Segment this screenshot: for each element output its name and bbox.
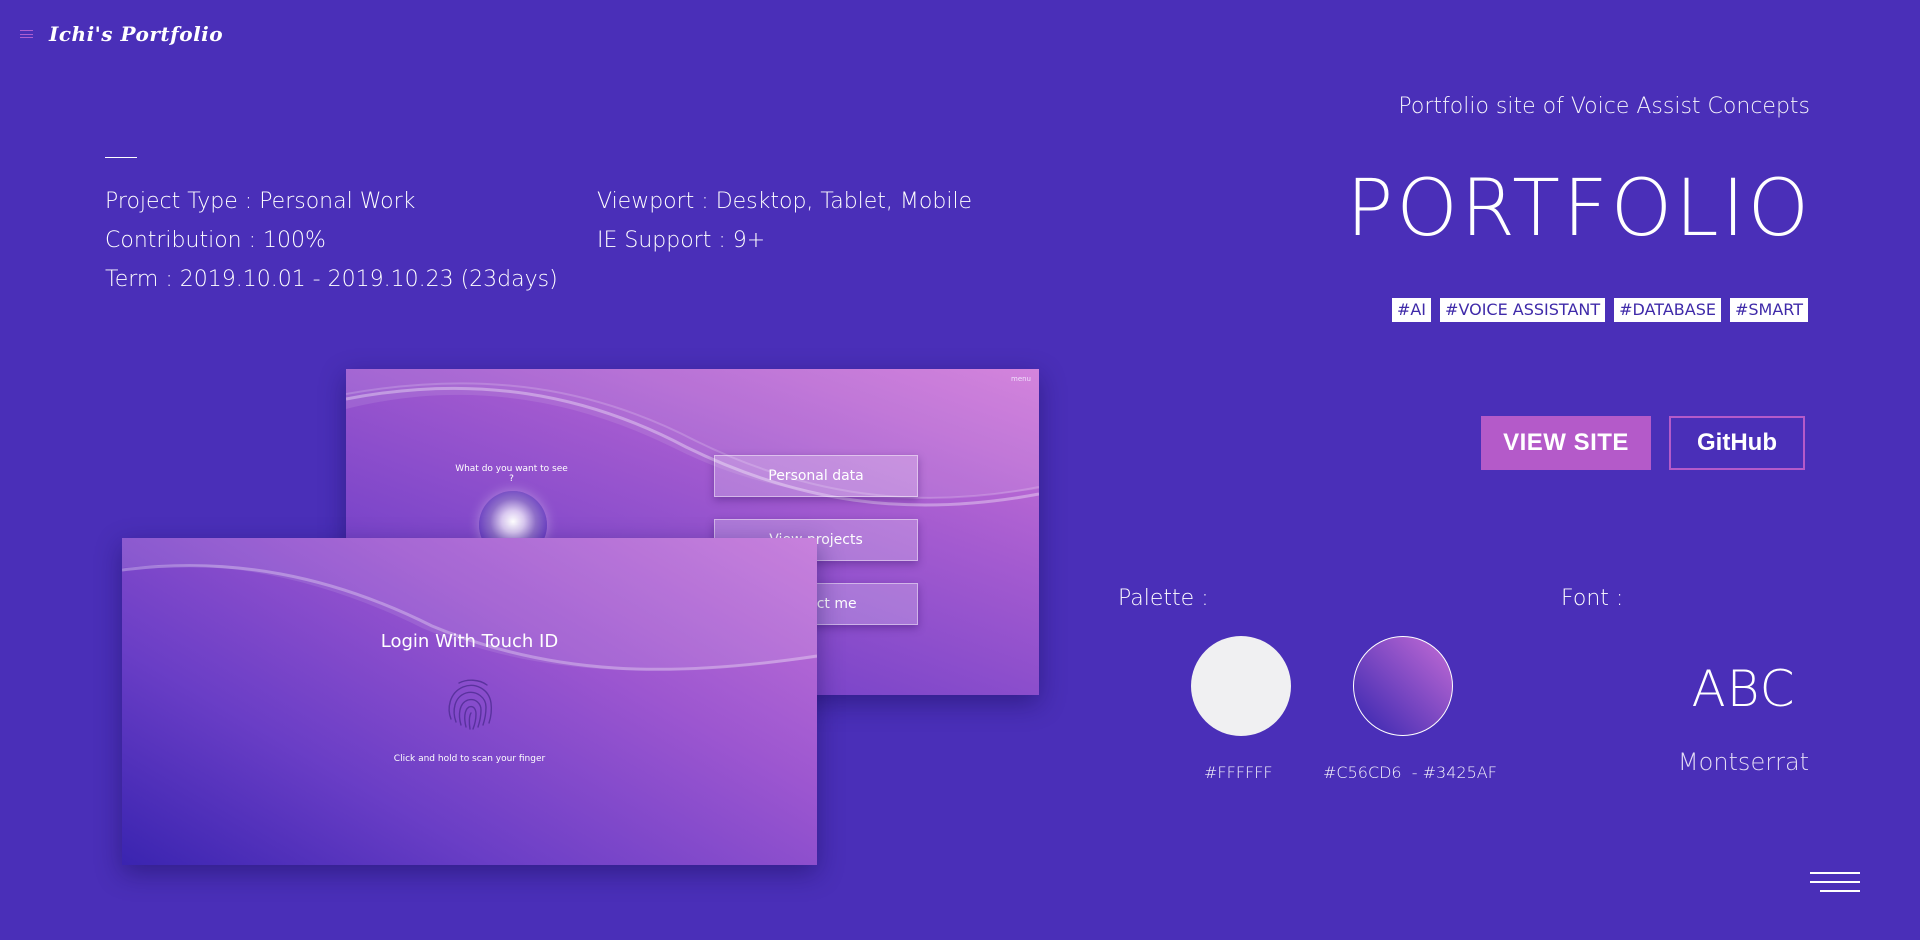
font-label: Font : bbox=[1561, 586, 1624, 611]
swatch-gradient-label: #C56CD6 - #3425AF bbox=[1323, 763, 1497, 782]
palette-label: Palette : bbox=[1118, 586, 1209, 611]
project-type: Project Type : Personal Work bbox=[105, 189, 416, 214]
brand-header: Ichi's Portfolio bbox=[20, 22, 223, 46]
ie-support: IE Support : 9+ bbox=[597, 228, 766, 253]
swatch-gradient bbox=[1353, 636, 1453, 736]
login-hint: Click and hold to scan your finger bbox=[393, 754, 546, 764]
swatch-white-label: #FFFFFF bbox=[1204, 763, 1273, 782]
swatch-white bbox=[1191, 636, 1291, 736]
login-title: Login With Touch ID bbox=[380, 631, 559, 652]
project-info-right: Viewport : Desktop, Tablet, Mobile IE Su… bbox=[597, 182, 972, 260]
mockup-login-screen[interactable]: Login With Touch ID Click and hold to sc… bbox=[122, 538, 817, 865]
contribution: Contribution : 100% bbox=[105, 228, 326, 253]
view-site-button[interactable]: VIEW SITE bbox=[1481, 416, 1651, 470]
term: Term : 2019.10.01 - 2019.10.23 (23days) bbox=[105, 267, 558, 292]
mockup-menu-link[interactable]: menu bbox=[1011, 375, 1031, 383]
viewport: Viewport : Desktop, Tablet, Mobile bbox=[597, 189, 973, 214]
mockup-question: What do you want to see ? bbox=[455, 464, 568, 484]
tag-ai[interactable]: #AI bbox=[1391, 298, 1432, 322]
site-logo[interactable]: Ichi's Portfolio bbox=[49, 22, 223, 46]
page-subtitle: Portfolio site of Voice Assist Concepts bbox=[1398, 94, 1810, 119]
tag-database[interactable]: #DATABASE bbox=[1614, 298, 1721, 322]
font-name: Montserrat bbox=[1677, 748, 1810, 776]
fingerprint-icon[interactable] bbox=[439, 675, 499, 735]
page: Ichi's Portfolio Project Type : Personal… bbox=[0, 0, 1920, 940]
info-divider bbox=[105, 157, 137, 158]
tag-list: #AI #VOICE ASSISTANT #DATABASE #SMART bbox=[1391, 298, 1808, 322]
top-menu-icon[interactable] bbox=[20, 30, 33, 38]
hamburger-menu-icon[interactable] bbox=[1810, 872, 1860, 900]
project-info-left: Project Type : Personal Work Contributio… bbox=[105, 182, 558, 299]
font-sample: ABC bbox=[1691, 660, 1796, 718]
github-button[interactable]: GitHub bbox=[1669, 416, 1805, 470]
tag-voice-assistant[interactable]: #VOICE ASSISTANT bbox=[1440, 298, 1606, 322]
tag-smart[interactable]: #SMART bbox=[1729, 298, 1808, 322]
mockup-personal-data-button[interactable]: Personal data bbox=[714, 455, 918, 497]
page-title: PORTFOLIO bbox=[1346, 164, 1812, 254]
